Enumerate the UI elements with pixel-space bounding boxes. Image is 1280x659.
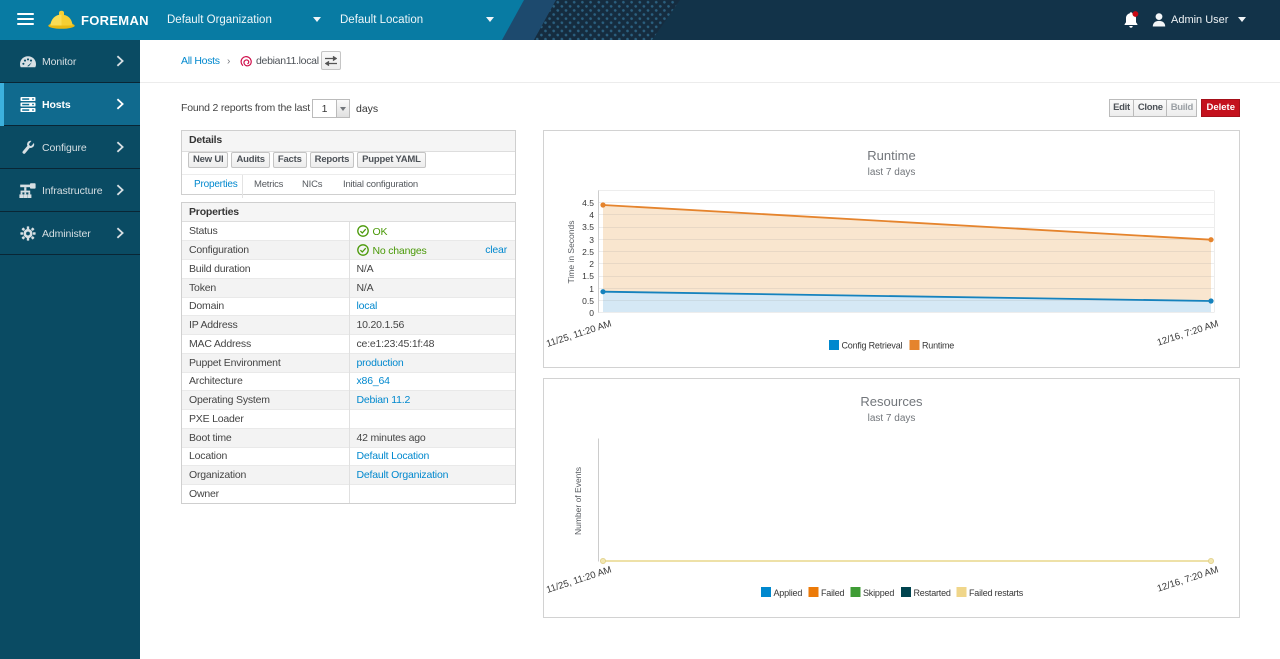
svg-text:0.5: 0.5 <box>582 296 594 306</box>
svg-text:Failed restarts: Failed restarts <box>969 588 1024 598</box>
svg-text:12/16, 7:20 AM: 12/16, 7:20 AM <box>1156 564 1220 594</box>
svg-text:1.5: 1.5 <box>582 271 594 281</box>
svg-text:Config Retrieval: Config Retrieval <box>842 341 903 351</box>
svg-text:2: 2 <box>589 259 594 269</box>
svg-text:Applied: Applied <box>774 588 803 598</box>
svg-text:1: 1 <box>589 284 594 294</box>
svg-text:3: 3 <box>589 235 594 245</box>
svg-text:Restarted: Restarted <box>914 588 951 598</box>
svg-text:4: 4 <box>589 210 594 220</box>
svg-text:3.5: 3.5 <box>582 222 594 232</box>
svg-text:11/25, 11:20 AM: 11/25, 11:20 AM <box>545 564 613 595</box>
svg-text:Number of Events: Number of Events <box>573 467 583 535</box>
svg-text:2.5: 2.5 <box>582 247 594 257</box>
svg-text:Time in Seconds: Time in Seconds <box>566 221 576 284</box>
svg-text:4.5: 4.5 <box>582 198 594 208</box>
svg-text:Runtime: Runtime <box>922 341 954 351</box>
svg-text:12/16, 7:20 AM: 12/16, 7:20 AM <box>1156 318 1220 348</box>
svg-text:0: 0 <box>589 308 594 318</box>
svg-text:Failed: Failed <box>821 588 845 598</box>
svg-text:Skipped: Skipped <box>863 588 894 598</box>
svg-text:11/25, 11:20 AM: 11/25, 11:20 AM <box>545 318 613 349</box>
